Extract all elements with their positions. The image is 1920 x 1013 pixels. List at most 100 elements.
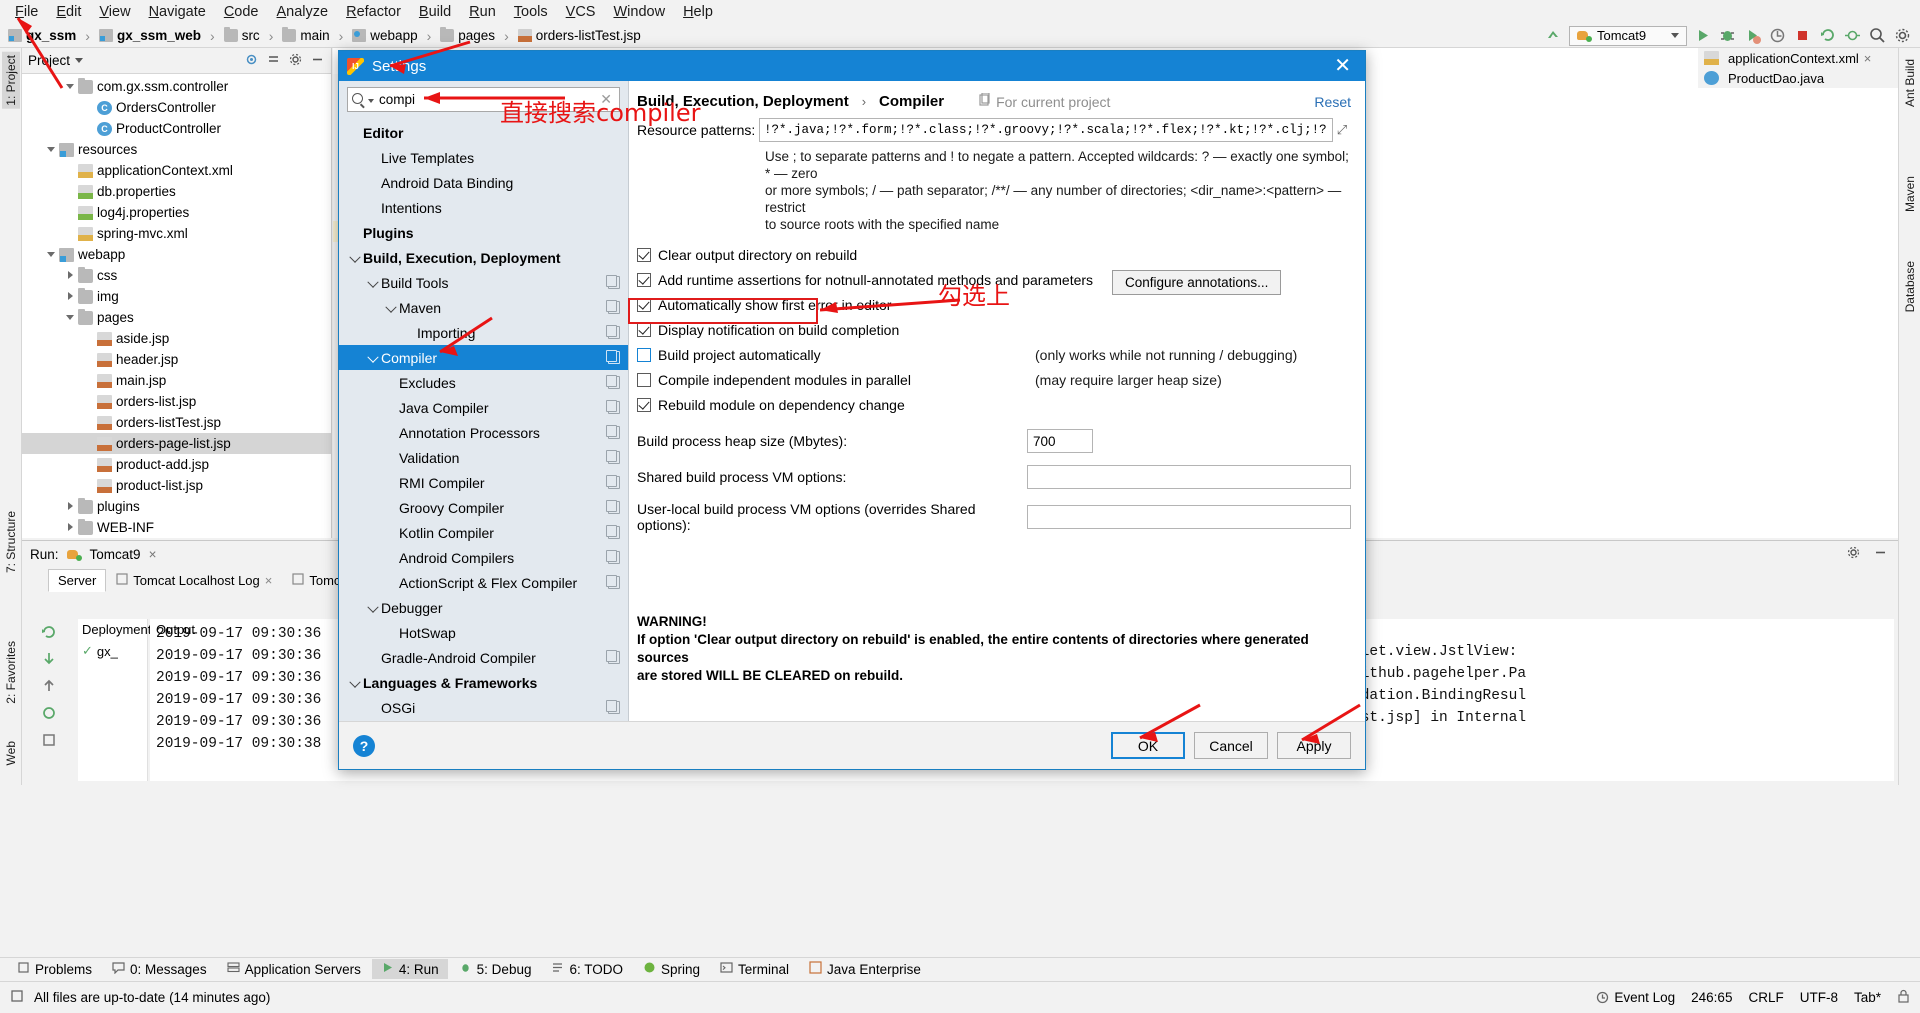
run-configuration-selector[interactable]: Tomcat9: [1569, 25, 1687, 46]
menu-item-build[interactable]: Build: [410, 2, 460, 22]
menu-item-tools[interactable]: Tools: [505, 2, 557, 22]
close-icon[interactable]: ✕: [1328, 56, 1357, 76]
breadcrumb-item-src[interactable]: src: [223, 27, 260, 43]
run-tab-tomcat-localhost-log[interactable]: Tomcat Localhost Log ×: [106, 569, 282, 592]
menu-item-window[interactable]: Window: [604, 2, 674, 22]
breadcrumb-item-gx-ssm[interactable]: gx_ssm: [8, 28, 76, 43]
bottom-tab-0--messages[interactable]: 0: Messages: [103, 959, 216, 979]
close-icon[interactable]: ×: [1864, 51, 1872, 66]
menu-item-file[interactable]: File: [6, 2, 47, 22]
menu-item-edit[interactable]: Edit: [47, 2, 90, 22]
settings-gear-icon[interactable]: [1893, 26, 1912, 45]
file-encoding[interactable]: UTF-8: [1800, 990, 1838, 1005]
settings-tree-item-maven[interactable]: Maven: [339, 295, 628, 320]
project-tree-item[interactable]: orders-page-list.jsp: [22, 433, 331, 454]
restart-icon[interactable]: [40, 704, 60, 722]
project-tree-item[interactable]: C OrdersController: [22, 97, 331, 118]
menu-item-refactor[interactable]: Refactor: [337, 2, 410, 22]
debug-button[interactable]: [1718, 26, 1737, 45]
deployment-item[interactable]: ✓ gx_: [78, 640, 147, 662]
tool-tab-maven[interactable]: Maven: [1901, 173, 1919, 215]
project-tree-item[interactable]: log4j.properties: [22, 202, 331, 223]
checkbox-row-display-notification-on-build-completion[interactable]: Display notification on build completion: [637, 322, 1351, 338]
project-tree-item[interactable]: header.jsp: [22, 349, 331, 370]
tool-tab-project[interactable]: 1: Project: [2, 52, 20, 109]
breadcrumb-item-main[interactable]: main: [282, 27, 330, 43]
settings-tree-item-intentions[interactable]: Intentions: [339, 195, 628, 220]
close-icon[interactable]: ×: [265, 573, 273, 588]
chevron-down-icon[interactable]: [383, 300, 399, 316]
locate-icon[interactable]: [244, 52, 259, 70]
settings-tree-item-osgi[interactable]: OSGi: [339, 695, 628, 720]
apply-button[interactable]: Apply: [1277, 732, 1351, 759]
chevron-down-icon[interactable]: [75, 58, 84, 63]
lock-icon[interactable]: [1897, 989, 1910, 1006]
project-tree-item[interactable]: db.properties: [22, 181, 331, 202]
settings-tree-item-debugger[interactable]: Debugger: [339, 595, 628, 620]
indent-setting[interactable]: Tab*: [1854, 990, 1881, 1005]
copy-settings-icon[interactable]: [606, 275, 620, 289]
chevron-right-icon[interactable]: [64, 269, 77, 282]
project-tree-item[interactable]: product-add.jsp: [22, 454, 331, 475]
chevron-down-icon[interactable]: [347, 675, 363, 691]
checkbox-checked[interactable]: [637, 398, 651, 412]
collapse-all-icon[interactable]: [266, 52, 281, 70]
settings-tree-item-importing[interactable]: Importing: [339, 320, 628, 345]
reset-link[interactable]: Reset: [1314, 94, 1351, 110]
breadcrumb-item-gx-ssm-web[interactable]: gx_ssm_web: [98, 28, 201, 43]
profile-button[interactable]: [1768, 26, 1787, 45]
expand-field-icon[interactable]: ⤢: [1333, 122, 1351, 138]
checkbox-unchecked[interactable]: [637, 373, 651, 387]
checkbox-row-build-project-automatically[interactable]: Build project automatically (only works w…: [637, 347, 1351, 363]
settings-tree-item-android-data-binding[interactable]: Android Data Binding: [339, 170, 628, 195]
chevron-down-icon[interactable]: [64, 80, 77, 93]
project-tree-item[interactable]: img: [22, 286, 331, 307]
copy-settings-icon[interactable]: [606, 575, 620, 589]
copy-settings-icon[interactable]: [606, 425, 620, 439]
resource-patterns-input[interactable]: !?*.java;!?*.form;!?*.class;!?*.groovy;!…: [759, 118, 1333, 142]
project-tree-item[interactable]: product-list.jsp: [22, 475, 331, 496]
bottom-tab-4--run[interactable]: 4: Run: [371, 959, 448, 979]
copy-settings-icon[interactable]: [606, 475, 620, 489]
bottom-tab-5--debug[interactable]: 5: Debug: [450, 959, 541, 979]
breadcrumb-item-webapp[interactable]: webapp: [352, 28, 418, 43]
editor-tab-productdao[interactable]: ProductDao.java: [1698, 68, 1898, 88]
checkbox-checked[interactable]: [637, 298, 651, 312]
copy-settings-icon[interactable]: [606, 375, 620, 389]
project-tree-item[interactable]: webapp: [22, 244, 331, 265]
settings-tree-item-annotation-processors[interactable]: Annotation Processors: [339, 420, 628, 445]
settings-tree-item-build--execution--deployment[interactable]: Build, Execution, Deployment: [339, 245, 628, 270]
project-tree-item[interactable]: com.gx.ssm.controller: [22, 76, 331, 97]
event-log-button[interactable]: Event Log: [1596, 990, 1675, 1005]
stop-button[interactable]: [1793, 26, 1812, 45]
tool-tab-ant-build[interactable]: Ant Build: [1901, 56, 1919, 110]
copy-settings-icon[interactable]: [606, 350, 620, 364]
project-tree-item[interactable]: WEB-INF: [22, 517, 331, 538]
menu-item-vcs[interactable]: VCS: [557, 2, 605, 22]
checkbox-row-clear-output-directory-on-rebuild[interactable]: Clear output directory on rebuild: [637, 247, 1351, 263]
checkbox-checked[interactable]: [637, 248, 651, 262]
tool-tab-structure[interactable]: 7: Structure: [2, 508, 20, 576]
copy-settings-icon[interactable]: [606, 300, 620, 314]
bottom-tab-spring[interactable]: Spring: [634, 959, 709, 979]
chevron-down-icon[interactable]: [64, 311, 77, 324]
update-app-icon[interactable]: [40, 731, 60, 749]
settings-tree-item-live-templates[interactable]: Live Templates: [339, 145, 628, 170]
project-tree-item[interactable]: aside.jsp: [22, 328, 331, 349]
copy-settings-icon[interactable]: [606, 525, 620, 539]
build-arrow-icon[interactable]: [1544, 26, 1563, 45]
field-input[interactable]: [1027, 505, 1351, 529]
help-button[interactable]: ?: [353, 734, 375, 757]
settings-tree-item-excludes[interactable]: Excludes: [339, 370, 628, 395]
configure-annotations-button[interactable]: Configure annotations...: [1112, 270, 1282, 295]
menu-item-view[interactable]: View: [90, 2, 139, 22]
run-with-coverage-button[interactable]: [1743, 26, 1762, 45]
menu-item-help[interactable]: Help: [674, 2, 722, 22]
checkbox-row-rebuild-module-on-dependency-change[interactable]: Rebuild module on dependency change: [637, 397, 1351, 413]
search-everywhere-icon[interactable]: [1868, 26, 1887, 45]
settings-tree-item-hotswap[interactable]: HotSwap: [339, 620, 628, 645]
project-tree-item[interactable]: css: [22, 265, 331, 286]
settings-tree-item-build-tools[interactable]: Build Tools: [339, 270, 628, 295]
line-separator[interactable]: CRLF: [1748, 990, 1783, 1005]
ok-button[interactable]: OK: [1111, 732, 1185, 759]
